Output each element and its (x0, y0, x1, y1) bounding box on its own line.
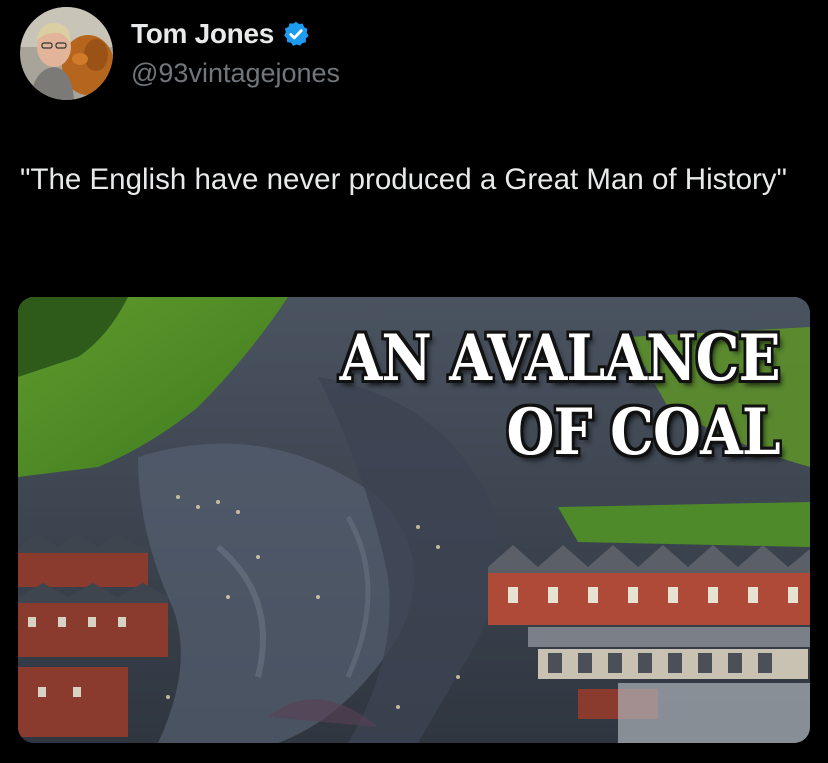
author-row: Tom Jones (131, 18, 310, 50)
display-name[interactable]: Tom Jones (131, 18, 274, 50)
avatar[interactable] (20, 7, 113, 100)
verified-badge-icon (282, 20, 310, 48)
media-photo (18, 297, 810, 743)
user-handle[interactable]: @93vintagejones (131, 58, 340, 89)
tweet-text: "The English have never produced a Great… (20, 163, 788, 196)
tweet: Tom Jones @93vintagejones "The English h… (0, 0, 828, 763)
tweet-media-image[interactable]: AN AVALANCE OF COAL (18, 297, 810, 743)
